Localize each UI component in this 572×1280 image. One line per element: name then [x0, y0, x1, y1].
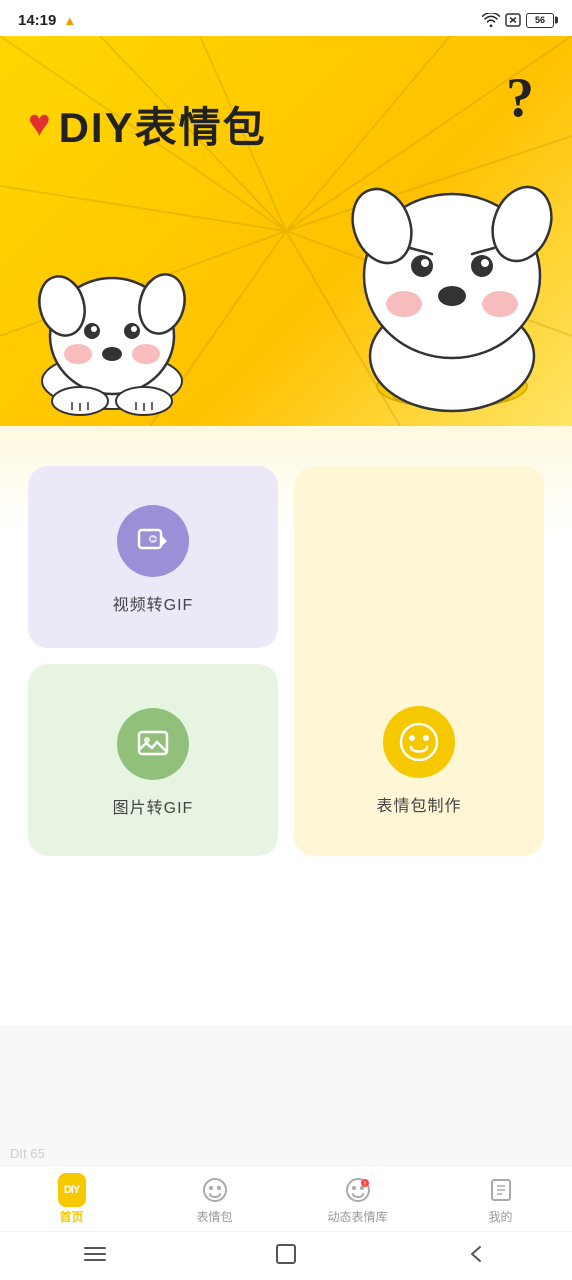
stickers-tab-label: 表情包: [196, 1208, 232, 1225]
image-gif-label: 图片转GIF: [113, 794, 194, 818]
home-tab-label: 首页: [59, 1208, 83, 1225]
watermark: DIt 65: [0, 1142, 55, 1165]
video-gif-icon-wrap: [117, 505, 189, 577]
question-mark: ?: [506, 66, 534, 130]
card-emoji-make[interactable]: 表情包制作: [294, 466, 544, 856]
signal-x-icon: [505, 13, 521, 27]
image-icon: [135, 726, 171, 762]
mine-tab-label: 我的: [488, 1208, 512, 1225]
card-image-to-gif[interactable]: 图片转GIF: [28, 664, 278, 856]
stickers-icon: [202, 1177, 228, 1203]
book-icon: [488, 1177, 514, 1203]
dynamic-icon: !: [345, 1177, 371, 1203]
tab-dynamic[interactable]: ! 动态表情库: [286, 1176, 429, 1225]
emoji-make-label: 表情包制作: [376, 792, 461, 816]
feature-grid: 视频转GIF 表情包制作 图片: [28, 466, 544, 856]
banner: ♥ DIY表情包 ?: [0, 36, 572, 426]
video-icon: [135, 523, 171, 559]
status-bar: 14:19 ▲ 56: [0, 0, 572, 36]
sys-home-button[interactable]: [270, 1242, 302, 1266]
tab-stickers[interactable]: 表情包: [143, 1176, 286, 1225]
sys-back-button[interactable]: [461, 1242, 493, 1266]
banner-title: ♥ DIY表情包: [28, 94, 267, 155]
stickers-tab-icon: [201, 1176, 229, 1204]
status-icons: 56: [482, 13, 554, 28]
status-time: 14:19: [18, 12, 56, 29]
nav-tabs: DIY 首页 表情包: [0, 1166, 572, 1231]
main-content: 视频转GIF 表情包制作 图片: [0, 426, 572, 1026]
bottom-nav: DIY 首页 表情包: [0, 1165, 572, 1280]
heart-icon: ♥: [28, 103, 53, 146]
dog-right: [332, 156, 572, 426]
dog-left: [20, 206, 205, 416]
tab-mine[interactable]: 我的: [429, 1176, 572, 1225]
emoji-icon: [398, 721, 440, 763]
dynamic-tab-label: 动态表情库: [327, 1208, 387, 1225]
image-gif-icon-wrap: [117, 708, 189, 780]
sys-nav: [0, 1231, 572, 1280]
dynamic-tab-icon: !: [344, 1176, 372, 1204]
tab-home[interactable]: DIY 首页: [0, 1176, 143, 1225]
emoji-icon-wrap: [383, 706, 455, 778]
wifi-icon: [482, 13, 500, 27]
video-gif-label: 视频转GIF: [113, 591, 194, 615]
alert-icon: ▲: [63, 13, 76, 28]
home-tab-icon: DIY: [58, 1176, 86, 1204]
card-video-to-gif[interactable]: 视频转GIF: [28, 466, 278, 648]
diy-logo: DIY: [58, 1173, 86, 1207]
mine-tab-icon: [487, 1176, 515, 1204]
battery-icon: 56: [526, 13, 554, 28]
svg-text:!: !: [364, 1182, 366, 1188]
sys-menu-button[interactable]: [79, 1242, 111, 1266]
